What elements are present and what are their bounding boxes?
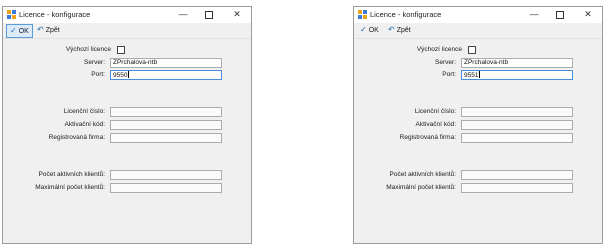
close-icon: ✕ xyxy=(233,9,241,19)
undo-arrow-icon: ↶ xyxy=(37,25,44,34)
ok-button[interactable]: ✓ OK xyxy=(357,24,382,36)
default-licence-checkbox[interactable] xyxy=(117,46,125,54)
server-label: Server: xyxy=(435,59,456,66)
port-label: Port: xyxy=(91,71,105,78)
back-label: Zpět xyxy=(45,27,60,34)
licence-config-window-right: Licence - konfigurace — ✕ ✓ OK ↶ Zpět Vých… xyxy=(353,6,603,244)
close-icon: ✕ xyxy=(584,9,592,19)
server-label: Server: xyxy=(84,59,105,66)
window-title: Licence - konfigurace xyxy=(19,10,91,19)
back-button[interactable]: ↶ Zpět xyxy=(385,24,414,36)
port-value: 9550 xyxy=(113,72,128,79)
max-clients-label: Maximální počet klientů: xyxy=(386,184,456,191)
port-label: Port: xyxy=(442,71,456,78)
title-bar[interactable]: Licence - konfigurace — ✕ xyxy=(3,7,251,23)
license-number-field[interactable] xyxy=(110,107,222,117)
text-caret xyxy=(128,71,130,78)
server-field[interactable]: ZPrchalova-ntb xyxy=(110,58,222,68)
ok-label: OK xyxy=(18,28,29,35)
registered-company-label: Registrovaná firma: xyxy=(48,134,105,141)
active-clients-field[interactable] xyxy=(461,170,573,180)
registered-company-field[interactable] xyxy=(110,133,222,143)
window-title: Licence - konfigurace xyxy=(370,10,442,19)
checkmark-icon: ✓ xyxy=(10,26,17,35)
back-label: Zpět xyxy=(396,27,411,34)
back-button[interactable]: ↶ Zpět xyxy=(34,24,63,36)
license-number-label: Licenční číslo: xyxy=(414,108,456,115)
title-bar[interactable]: Licence - konfigurace — ✕ xyxy=(354,7,602,23)
toolbar: ✓ OK ↶ Zpět xyxy=(354,23,602,39)
port-value: 9551 xyxy=(464,72,479,79)
max-clients-field[interactable] xyxy=(110,183,222,193)
registered-company-label: Registrovaná firma: xyxy=(399,134,456,141)
active-clients-label: Počet aktivních klientů: xyxy=(389,171,456,178)
activation-code-field[interactable] xyxy=(110,120,222,130)
license-number-label: Licenční číslo: xyxy=(63,108,105,115)
toolbar: ✓ OK ↶ Zpět xyxy=(3,23,251,39)
server-field[interactable]: ZPrchalova-ntb xyxy=(461,58,573,68)
licence-config-window-left: Licence - konfigurace — ✕ ✓ OK ↶ Zpět Vých… xyxy=(2,6,252,244)
undo-arrow-icon: ↶ xyxy=(388,25,395,34)
max-clients-field[interactable] xyxy=(461,183,573,193)
license-number-field[interactable] xyxy=(461,107,573,117)
port-field[interactable]: 9550 xyxy=(110,70,222,80)
app-icon xyxy=(358,10,367,19)
default-licence-label: Výchozí licence xyxy=(416,46,462,53)
port-field[interactable]: 9551 xyxy=(461,70,573,80)
maximize-icon xyxy=(556,10,564,19)
app-icon xyxy=(7,10,16,19)
maximize-icon xyxy=(205,10,213,19)
text-caret xyxy=(479,71,481,78)
active-clients-label: Počet aktivních klientů: xyxy=(38,171,105,178)
minimize-icon: — xyxy=(178,9,188,19)
checkmark-icon: ✓ xyxy=(360,25,367,34)
ok-button[interactable]: ✓ OK xyxy=(6,24,33,38)
minimize-button[interactable]: — xyxy=(522,7,546,23)
minimize-icon: — xyxy=(529,9,539,19)
active-clients-field[interactable] xyxy=(110,170,222,180)
activation-code-field[interactable] xyxy=(461,120,573,130)
activation-code-label: Aktivační kód: xyxy=(415,121,456,128)
minimize-button[interactable]: — xyxy=(171,7,195,23)
max-clients-label: Maximální počet klientů: xyxy=(35,184,105,191)
default-licence-label: Výchozí licence xyxy=(65,46,111,53)
activation-code-label: Aktivační kód: xyxy=(64,121,105,128)
maximize-button[interactable] xyxy=(548,7,572,23)
registered-company-field[interactable] xyxy=(461,133,573,143)
close-button[interactable]: ✕ xyxy=(576,7,600,23)
default-licence-checkbox[interactable] xyxy=(468,46,476,54)
close-button[interactable]: ✕ xyxy=(225,7,249,23)
ok-label: OK xyxy=(368,27,379,34)
maximize-button[interactable] xyxy=(197,7,221,23)
